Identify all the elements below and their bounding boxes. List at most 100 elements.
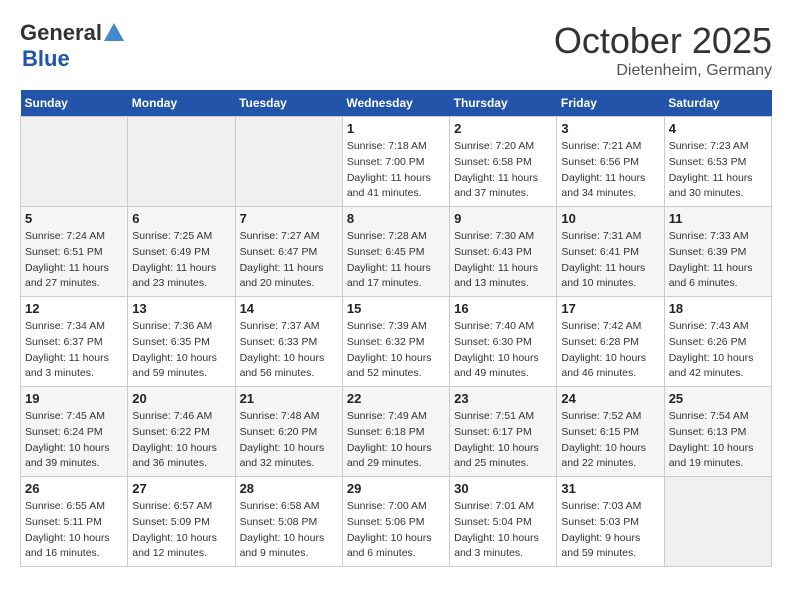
weekday-header-sunday: Sunday: [21, 90, 128, 117]
week-row-4: 19 Sunrise: 7:45 AMSunset: 6:24 PMDayligh…: [21, 387, 772, 477]
calendar-cell: 1 Sunrise: 7:18 AMSunset: 7:00 PMDaylight…: [342, 117, 449, 207]
day-number: 15: [347, 301, 445, 316]
day-number: 19: [25, 391, 123, 406]
calendar-cell: 20 Sunrise: 7:46 AMSunset: 6:22 PMDayligh…: [128, 387, 235, 477]
day-number: 23: [454, 391, 552, 406]
calendar-cell: 28Sunrise: 6:58 AMSunset: 5:08 PMDayligh…: [235, 477, 342, 567]
day-number: 11: [669, 211, 767, 226]
day-number: 25: [669, 391, 767, 406]
day-number: 16: [454, 301, 552, 316]
week-row-2: 5 Sunrise: 7:24 AMSunset: 6:51 PMDaylight…: [21, 207, 772, 297]
calendar-cell: 22Sunrise: 7:49 AMSunset: 6:18 PMDayligh…: [342, 387, 449, 477]
calendar-cell: 31Sunrise: 7:03 AMSunset: 5:03 PMDayligh…: [557, 477, 664, 567]
day-info: Sunrise: 7:34 AMSunset: 6:37 PMDaylight:…: [25, 319, 123, 382]
day-number: 6: [132, 211, 230, 226]
day-info: Sunrise: 7:27 AMSunset: 6:47 PMDaylight:…: [240, 229, 338, 292]
title-block: October 2025 Dietenheim, Germany: [554, 20, 772, 80]
day-info: Sunrise: 7:23 AMSunset: 6:53 PMDaylight:…: [669, 139, 767, 202]
day-number: 4: [669, 121, 767, 136]
calendar-cell: 24 Sunrise: 7:52 AMSunset: 6:15 PMDayligh…: [557, 387, 664, 477]
calendar-cell: 26 Sunrise: 6:55 AMSunset: 5:11 PMDayligh…: [21, 477, 128, 567]
calendar-cell: 21 Sunrise: 7:48 AMSunset: 6:20 PMDayligh…: [235, 387, 342, 477]
calendar-cell: 27Sunrise: 6:57 AMSunset: 5:09 PMDayligh…: [128, 477, 235, 567]
calendar-cell: 3Sunrise: 7:21 AMSunset: 6:56 PMDaylight…: [557, 117, 664, 207]
calendar-cell: [128, 117, 235, 207]
day-info: Sunrise: 7:36 AMSunset: 6:35 PMDaylight:…: [132, 319, 230, 382]
day-number: 9: [454, 211, 552, 226]
calendar-cell: 12 Sunrise: 7:34 AMSunset: 6:37 PMDayligh…: [21, 297, 128, 387]
day-info: Sunrise: 7:28 AMSunset: 6:45 PMDaylight:…: [347, 229, 445, 292]
calendar-cell: 7 Sunrise: 7:27 AMSunset: 6:47 PMDaylight…: [235, 207, 342, 297]
calendar-cell: 23Sunrise: 7:51 AMSunset: 6:17 PMDayligh…: [450, 387, 557, 477]
day-number: 21: [240, 391, 338, 406]
calendar-cell: 6Sunrise: 7:25 AMSunset: 6:49 PMDaylight…: [128, 207, 235, 297]
day-info: Sunrise: 7:03 AMSunset: 5:03 PMDaylight:…: [561, 499, 659, 562]
calendar-cell: 14 Sunrise: 7:37 AMSunset: 6:33 PMDayligh…: [235, 297, 342, 387]
calendar-cell: 9Sunrise: 7:30 AMSunset: 6:43 PMDaylight…: [450, 207, 557, 297]
calendar-cell: 2Sunrise: 7:20 AMSunset: 6:58 PMDaylight…: [450, 117, 557, 207]
calendar-cell: [235, 117, 342, 207]
week-row-3: 12 Sunrise: 7:34 AMSunset: 6:37 PMDayligh…: [21, 297, 772, 387]
day-number: 12: [25, 301, 123, 316]
calendar-cell: 30 Sunrise: 7:01 AMSunset: 5:04 PMDayligh…: [450, 477, 557, 567]
day-number: 2: [454, 121, 552, 136]
week-row-5: 26 Sunrise: 6:55 AMSunset: 5:11 PMDayligh…: [21, 477, 772, 567]
day-number: 17: [561, 301, 659, 316]
weekday-header-friday: Friday: [557, 90, 664, 117]
day-number: 29: [347, 481, 445, 496]
calendar-cell: 11 Sunrise: 7:33 AMSunset: 6:39 PMDayligh…: [664, 207, 771, 297]
day-info: Sunrise: 7:46 AMSunset: 6:22 PMDaylight:…: [132, 409, 230, 472]
day-number: 3: [561, 121, 659, 136]
calendar-cell: 4 Sunrise: 7:23 AMSunset: 6:53 PMDaylight…: [664, 117, 771, 207]
day-number: 14: [240, 301, 338, 316]
weekday-header-row: SundayMondayTuesdayWednesdayThursdayFrid…: [21, 90, 772, 117]
day-info: Sunrise: 7:24 AMSunset: 6:51 PMDaylight:…: [25, 229, 123, 292]
calendar-cell: 13Sunrise: 7:36 AMSunset: 6:35 PMDayligh…: [128, 297, 235, 387]
day-number: 24: [561, 391, 659, 406]
calendar-cell: 16 Sunrise: 7:40 AMSunset: 6:30 PMDayligh…: [450, 297, 557, 387]
weekday-header-monday: Monday: [128, 90, 235, 117]
day-number: 7: [240, 211, 338, 226]
day-number: 5: [25, 211, 123, 226]
day-info: Sunrise: 7:39 AMSunset: 6:32 PMDaylight:…: [347, 319, 445, 382]
day-info: Sunrise: 7:33 AMSunset: 6:39 PMDaylight:…: [669, 229, 767, 292]
weekday-header-thursday: Thursday: [450, 90, 557, 117]
day-number: 28: [240, 481, 338, 496]
logo-general-text: General: [20, 20, 102, 46]
calendar-cell: 10Sunrise: 7:31 AMSunset: 6:41 PMDayligh…: [557, 207, 664, 297]
day-number: 26: [25, 481, 123, 496]
day-info: Sunrise: 7:37 AMSunset: 6:33 PMDaylight:…: [240, 319, 338, 382]
location: Dietenheim, Germany: [554, 62, 772, 80]
day-info: Sunrise: 7:48 AMSunset: 6:20 PMDaylight:…: [240, 409, 338, 472]
day-info: Sunrise: 7:01 AMSunset: 5:04 PMDaylight:…: [454, 499, 552, 562]
day-info: Sunrise: 7:49 AMSunset: 6:18 PMDaylight:…: [347, 409, 445, 472]
day-info: Sunrise: 7:42 AMSunset: 6:28 PMDaylight:…: [561, 319, 659, 382]
day-info: Sunrise: 7:52 AMSunset: 6:15 PMDaylight:…: [561, 409, 659, 472]
calendar-cell: 5 Sunrise: 7:24 AMSunset: 6:51 PMDaylight…: [21, 207, 128, 297]
page-header: General Blue October 2025 Dietenheim, Ge…: [20, 20, 772, 80]
day-info: Sunrise: 7:18 AMSunset: 7:00 PMDaylight:…: [347, 139, 445, 202]
day-info: Sunrise: 7:40 AMSunset: 6:30 PMDaylight:…: [454, 319, 552, 382]
calendar-cell: 18 Sunrise: 7:43 AMSunset: 6:26 PMDayligh…: [664, 297, 771, 387]
calendar-cell: 8 Sunrise: 7:28 AMSunset: 6:45 PMDaylight…: [342, 207, 449, 297]
weekday-header-saturday: Saturday: [664, 90, 771, 117]
day-number: 30: [454, 481, 552, 496]
logo: General Blue: [20, 20, 124, 72]
day-info: Sunrise: 7:00 AMSunset: 5:06 PMDaylight:…: [347, 499, 445, 562]
day-info: Sunrise: 7:45 AMSunset: 6:24 PMDaylight:…: [25, 409, 123, 472]
calendar-cell: 29 Sunrise: 7:00 AMSunset: 5:06 PMDayligh…: [342, 477, 449, 567]
week-row-1: 1 Sunrise: 7:18 AMSunset: 7:00 PMDaylight…: [21, 117, 772, 207]
weekday-header-wednesday: Wednesday: [342, 90, 449, 117]
day-number: 8: [347, 211, 445, 226]
weekday-header-tuesday: Tuesday: [235, 90, 342, 117]
day-info: Sunrise: 6:55 AMSunset: 5:11 PMDaylight:…: [25, 499, 123, 562]
calendar-cell: 17 Sunrise: 7:42 AMSunset: 6:28 PMDayligh…: [557, 297, 664, 387]
day-number: 1: [347, 121, 445, 136]
day-info: Sunrise: 7:54 AMSunset: 6:13 PMDaylight:…: [669, 409, 767, 472]
day-number: 20: [132, 391, 230, 406]
day-info: Sunrise: 7:43 AMSunset: 6:26 PMDaylight:…: [669, 319, 767, 382]
logo-blue-text: Blue: [22, 46, 70, 72]
day-number: 18: [669, 301, 767, 316]
calendar-cell: 25 Sunrise: 7:54 AMSunset: 6:13 PMDayligh…: [664, 387, 771, 477]
day-number: 27: [132, 481, 230, 496]
